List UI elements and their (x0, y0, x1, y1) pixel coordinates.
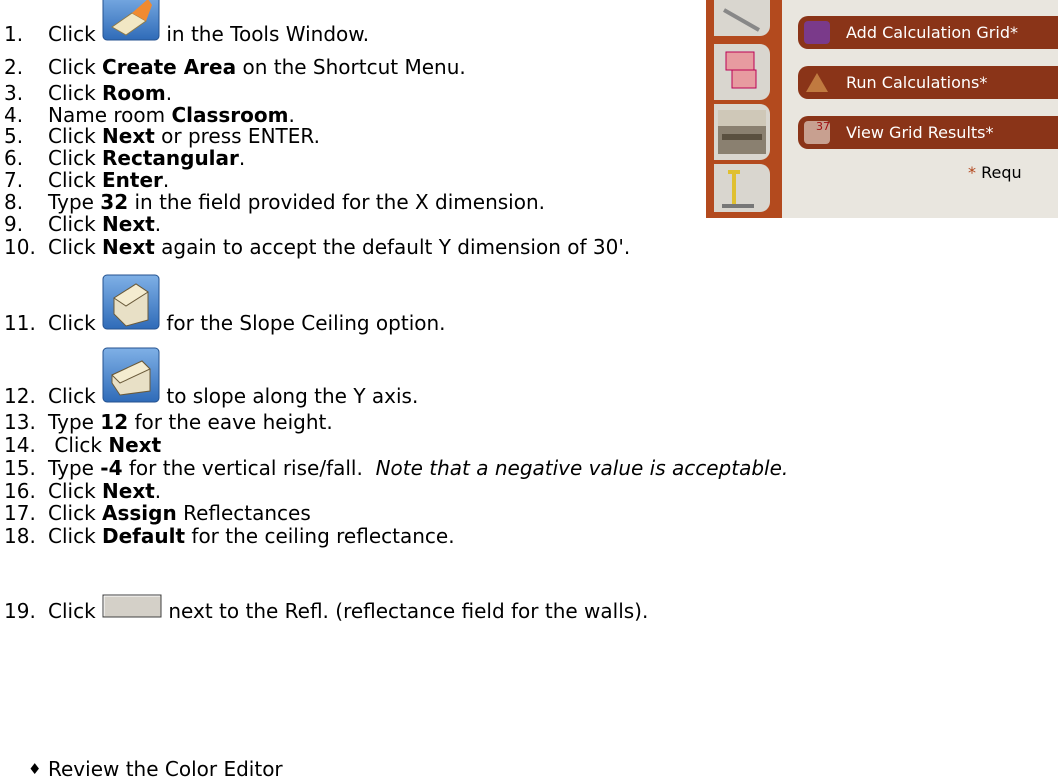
tools-window-panel: Add Calculation Grid* Run Calculations* … (706, 0, 1058, 218)
step-text: Click Enter. (48, 168, 170, 192)
step-number: 10. (4, 235, 36, 259)
diamond-bullet-icon: ♦ (28, 760, 42, 778)
step-text: Click Rectangular. (48, 146, 246, 170)
step-text: Click next to the Refl. (reflectance fie… (48, 594, 648, 623)
step-text: Click Room. (48, 81, 173, 105)
step-text: Click Next. (48, 212, 162, 236)
step-text: Click Default for the ceiling reflectanc… (48, 524, 455, 548)
blank-color-button[interactable] (102, 594, 162, 623)
view-grid-results-button[interactable]: 37 View Grid Results* (798, 116, 1058, 149)
step-text: Click Create Area on the Shortcut Menu. (48, 55, 466, 79)
room-render-icon (718, 110, 766, 154)
tab-render[interactable] (714, 104, 770, 160)
step-number: 19. (4, 599, 36, 623)
step-number: 1. (4, 22, 24, 46)
step-text: Click Next again to accept the default Y… (48, 235, 631, 259)
step-number: 17. (4, 501, 36, 525)
tab-draw[interactable] (714, 0, 770, 36)
step-keyword: 32 (100, 190, 129, 214)
step-number: 12. (4, 384, 36, 408)
slope-ceiling-icon[interactable] (102, 274, 160, 335)
step-keyword: Assign (102, 501, 177, 525)
step-text: Click Next or press ENTER. (48, 124, 320, 148)
tab-luminaire[interactable] (714, 164, 770, 212)
step-text: Click to slope along the Y axis. (48, 347, 418, 408)
required-star: * (968, 163, 976, 182)
step-keyword: Enter (102, 168, 163, 192)
slope-y-axis-icon[interactable] (102, 347, 160, 408)
required-note: * Requ (968, 163, 1022, 182)
calculation-grid-icon (804, 21, 830, 44)
grid-results-badge: 37 (816, 120, 830, 133)
run-calculations-label: Run Calculations* (846, 73, 988, 92)
step-number: 6. (4, 146, 24, 170)
tab-calculation-grid[interactable] (714, 44, 770, 100)
step-note: Note that a negative value is acceptable… (375, 456, 789, 480)
step-number: 18. (4, 524, 36, 548)
step-keyword: Room (102, 81, 166, 105)
draw-line-icon (723, 8, 760, 32)
step-number: 14. (4, 433, 36, 457)
step-number: 9. (4, 212, 24, 236)
tools-tab-column (706, 0, 782, 218)
step-number: 16. (4, 479, 36, 503)
bullet-text: Review the Color Editor (48, 757, 283, 781)
step-keyword: 12 (100, 410, 129, 434)
step-text: Type -4 for the vertical rise/fall. Note… (48, 456, 789, 480)
step-keyword: -4 (100, 456, 123, 480)
step-number: 8. (4, 190, 24, 214)
step-number: 7. (4, 168, 24, 192)
add-calculation-grid-label: Add Calculation Grid* (846, 23, 1018, 42)
step-keyword: Rectangular (102, 146, 239, 170)
step-keyword: Default (102, 524, 186, 548)
required-text: Requ (981, 163, 1022, 182)
pyramid-icon (804, 71, 830, 94)
step-text: Click for the Slope Ceiling option. (48, 274, 446, 335)
step-number: 15. (4, 456, 36, 480)
create-area-tool-icon[interactable] (102, 0, 160, 46)
step-keyword: Next (102, 479, 155, 503)
step-number: 2. (4, 55, 24, 79)
step-text: Type 32 in the field provided for the X … (48, 190, 545, 214)
step-number: 3. (4, 81, 24, 105)
run-calculations-button[interactable]: Run Calculations* (798, 66, 1058, 99)
step-keyword: Next (102, 124, 155, 148)
step-text: Type 12 for the eave height. (48, 410, 333, 434)
step-number: 13. (4, 410, 36, 434)
step-keyword: Next (102, 212, 155, 236)
step-text: Click in the Tools Window. (48, 0, 369, 46)
view-grid-results-label: View Grid Results* (846, 123, 994, 142)
add-calculation-grid-button[interactable]: Add Calculation Grid* (798, 16, 1058, 49)
pole-light-icon (722, 170, 754, 208)
step-keyword: Create Area (102, 55, 237, 79)
step-number: 5. (4, 124, 24, 148)
step-keyword: Next (108, 433, 162, 457)
step-text: Click Next. (48, 479, 162, 503)
floor-plan-icon (725, 51, 757, 89)
step-keyword: Next (102, 235, 155, 259)
step-text: Click Assign Reflectances (48, 501, 311, 525)
step-text: Click Next (48, 433, 162, 457)
step-number: 11. (4, 311, 36, 335)
grid-results-icon: 37 (804, 121, 830, 144)
